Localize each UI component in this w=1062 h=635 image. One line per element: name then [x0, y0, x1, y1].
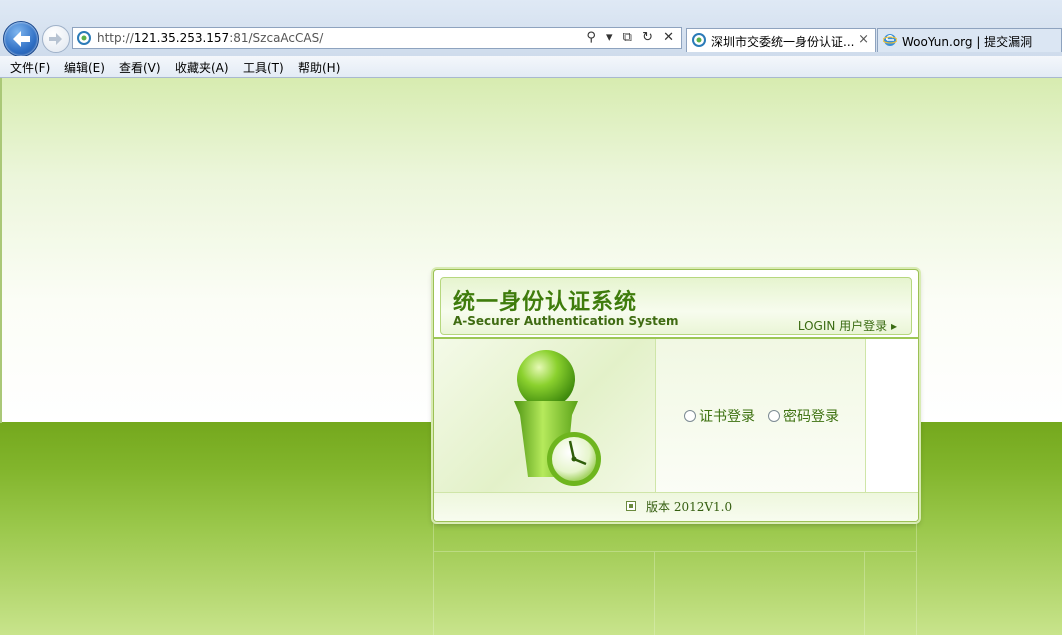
tab-wooyun[interactable]: WooYun.org | 提交漏洞	[877, 28, 1062, 52]
menu-view[interactable]: 查看(V)	[119, 59, 161, 76]
arrow-right-icon	[49, 33, 62, 45]
menu-bar: 文件(F) 编辑(E) 查看(V) 收藏夹(A) 工具(T) 帮助(H)	[0, 56, 1062, 78]
forward-button[interactable]	[42, 25, 70, 53]
menu-edit[interactable]: 编辑(E)	[64, 59, 105, 76]
reflection-line	[433, 551, 917, 552]
login-options: 证书登录 密码登录	[656, 339, 866, 492]
user-clock-icon	[514, 350, 601, 486]
address-bar[interactable]: http://121.35.253.157:81/SzcaAcCAS/ ⚲ ▾ …	[72, 27, 682, 49]
ie-globe-icon	[77, 31, 91, 45]
tab-active[interactable]: 深圳市交委统一身份认证... ×	[686, 28, 876, 52]
login-panel: 统一身份认证系统 A-Securer Authentication System…	[433, 269, 919, 522]
radio-icon	[684, 410, 696, 422]
tab-label: WooYun.org | 提交漏洞	[902, 35, 1033, 49]
reflection-frame	[433, 523, 917, 635]
menu-file[interactable]: 文件(F)	[10, 59, 50, 76]
system-subtitle: A-Securer Authentication System	[453, 314, 679, 328]
reflection-line	[654, 551, 655, 635]
ie-logo-icon	[883, 34, 897, 46]
menu-help[interactable]: 帮助(H)	[298, 59, 340, 76]
panel-body: 证书登录 密码登录	[434, 339, 918, 492]
arrow-left-icon	[13, 31, 30, 47]
tab-label: 深圳市交委统一身份认证...	[711, 35, 855, 49]
page-edge	[0, 78, 2, 423]
browser-toolbar: http://121.35.253.157:81/SzcaAcCAS/ ⚲ ▾ …	[0, 0, 1062, 57]
document-icon	[626, 501, 636, 511]
system-title: 统一身份认证系统	[453, 290, 638, 315]
password-login-radio[interactable]: 密码登录	[768, 406, 839, 426]
menu-favorites[interactable]: 收藏夹(A)	[175, 59, 229, 76]
url-text[interactable]: http://121.35.253.157:81/SzcaAcCAS/	[97, 31, 323, 45]
menu-tools[interactable]: 工具(T)	[243, 59, 284, 76]
back-button[interactable]	[3, 21, 39, 57]
user-login-link[interactable]: LOGIN 用户登录 ▸	[798, 317, 897, 334]
version-label: 版本 2012V1.0	[646, 500, 733, 514]
ie-globe-icon	[692, 33, 706, 47]
panel-reflection	[433, 523, 917, 635]
reflection-line	[864, 551, 865, 635]
panel-header: 统一身份认证系统 A-Securer Authentication System…	[440, 277, 912, 335]
tab-close-icon[interactable]: ×	[858, 32, 869, 47]
address-tools[interactable]: ⚲ ▾ ⧉ ↻ ✕	[586, 30, 677, 45]
page-content: 统一身份认证系统 A-Securer Authentication System…	[0, 78, 1062, 635]
radio-icon	[768, 410, 780, 422]
figure-cell	[434, 339, 656, 492]
cert-login-radio[interactable]: 证书登录	[684, 406, 755, 426]
panel-footer: 版本 2012V1.0	[434, 492, 918, 521]
